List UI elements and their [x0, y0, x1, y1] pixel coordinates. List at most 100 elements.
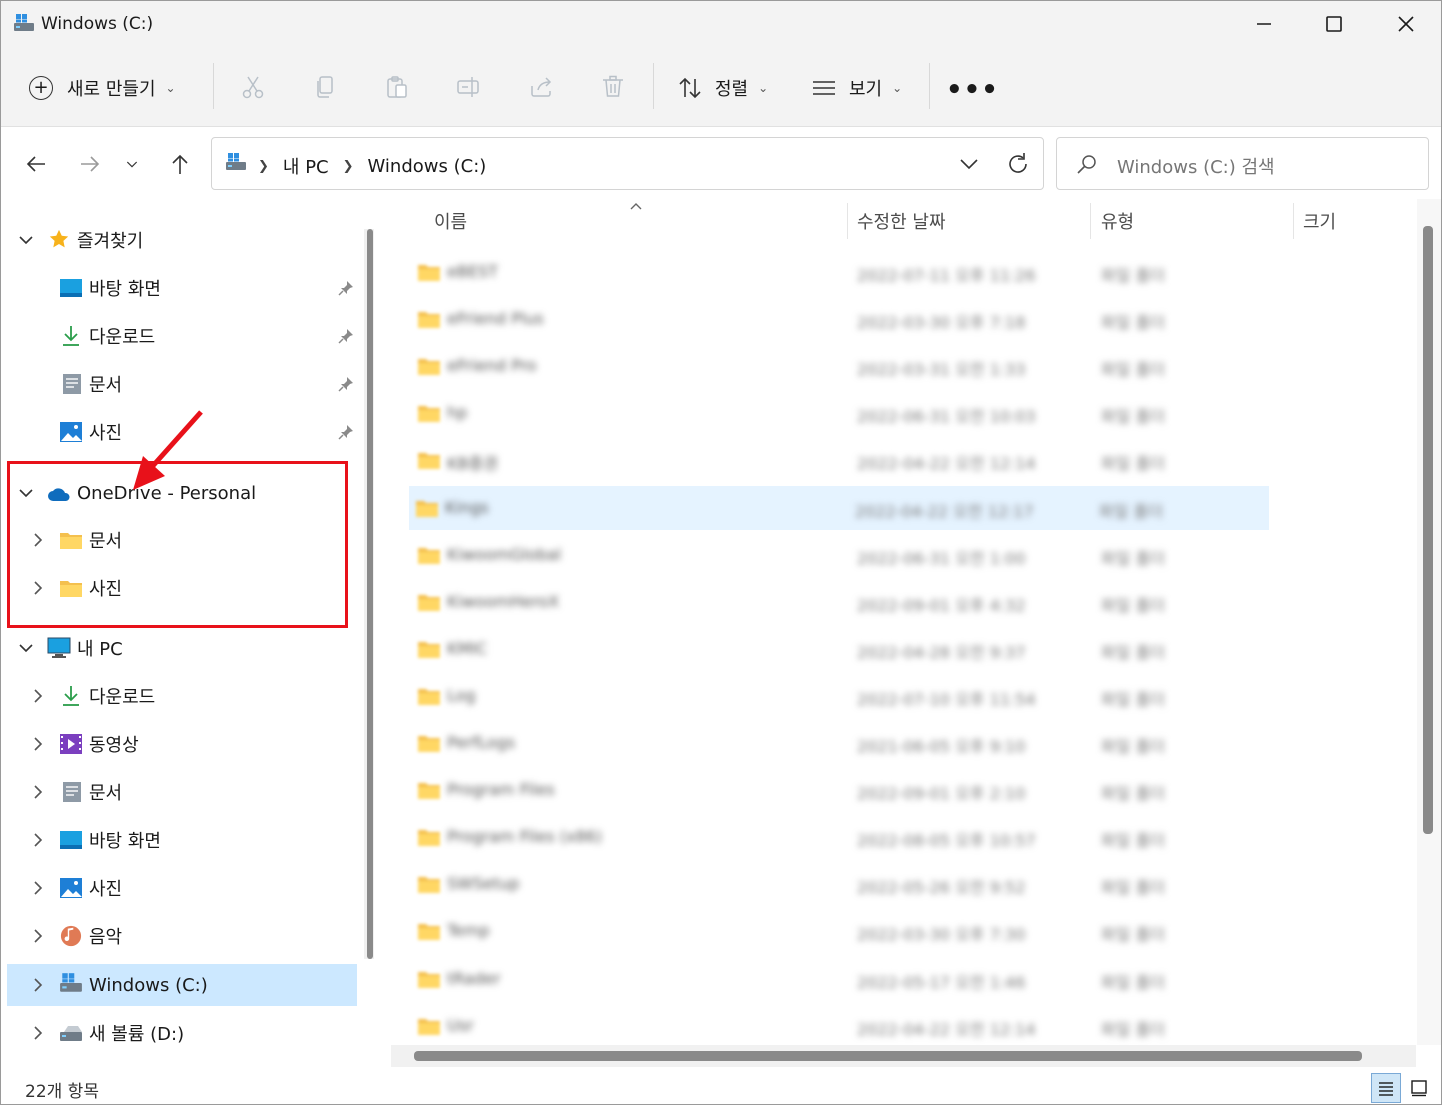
file-row[interactable]: Log 2022-07-10 오후 11:54 파일 폴더 [411, 674, 1415, 718]
pin-icon[interactable] [337, 375, 355, 393]
pin-icon[interactable] [337, 327, 355, 345]
column-divider[interactable] [1293, 203, 1294, 239]
file-list-hscroll-thumb[interactable] [414, 1051, 1362, 1061]
chevron-down-icon[interactable] [956, 152, 982, 176]
tree-favorites-downloads[interactable]: 다운로드 [7, 315, 357, 357]
column-header-date[interactable]: 수정한 날짜 [857, 199, 946, 243]
chevron-right-icon[interactable] [29, 1024, 47, 1042]
file-row[interactable]: KiwoomGlobal 2022-06-31 오전 1:00 파일 폴더 [411, 533, 1415, 577]
details-view-button[interactable] [1371, 1073, 1401, 1103]
file-row[interactable]: Program Files (x86) 2022-08-05 오후 10:57 파일… [411, 815, 1415, 859]
tree-favorites-documents[interactable]: 문서 [7, 363, 357, 405]
tree-label: 사진 [89, 879, 123, 900]
large-icons-view-button[interactable] [1404, 1073, 1434, 1103]
chevron-down-icon[interactable] [17, 231, 35, 249]
chevron-right-icon[interactable] [29, 927, 47, 945]
chevron-right-icon[interactable] [29, 831, 47, 849]
chevron-right-icon[interactable] [29, 687, 47, 705]
chevron-right-icon: ❯ [342, 158, 354, 174]
file-date: 2022-03-30 오후 7:30 [857, 925, 1026, 945]
file-row[interactable]: eBEST 2022-07-11 오후 11:26 파일 폴더 [411, 250, 1415, 294]
status-bar: 22개 항목 [1, 1069, 1441, 1104]
title-bar[interactable]: Windows (C:) [1, 1, 1441, 49]
delete-button[interactable] [593, 67, 633, 107]
maximize-button[interactable] [1299, 1, 1369, 47]
tree-label: 사진 [89, 423, 123, 444]
file-date: 2022-03-30 오후 7:18 [857, 313, 1026, 333]
column-header-size[interactable]: 크기 [1303, 199, 1336, 243]
tree-pc-documents[interactable]: 문서 [7, 771, 357, 813]
chevron-right-icon[interactable] [29, 976, 47, 994]
tree-favorites[interactable]: 즐겨찾기 [7, 219, 357, 261]
file-row[interactable]: SWSetup 2022-05-26 오전 9:52 파일 폴더 [411, 862, 1415, 906]
folder-icon [418, 971, 440, 988]
breadcrumb-drive-c[interactable]: Windows (C:) [368, 156, 487, 177]
rename-button[interactable] [449, 67, 489, 107]
chevron-right-icon[interactable] [29, 783, 47, 801]
file-row[interactable]: Temp 2022-03-30 오후 7:30 파일 폴더 [411, 909, 1415, 953]
forward-button[interactable] [73, 149, 107, 179]
file-row[interactable]: KMIC 2022-04-28 오전 9:37 파일 폴더 [411, 627, 1415, 671]
column-header-name[interactable]: 이름 [434, 199, 467, 243]
file-row[interactable]: eFriend Plus 2022-03-30 오후 7:18 파일 폴더 [411, 297, 1415, 341]
file-row[interactable]: Usr 2022-04-22 오전 12:14 파일 폴더 [411, 1004, 1415, 1048]
share-icon [531, 77, 552, 97]
toolbar-divider [653, 63, 654, 109]
file-row[interactable]: Kings 2022-04-22 오전 12:17 파일 폴더 [409, 485, 1269, 530]
folder-icon [418, 594, 440, 611]
file-name: KMIC [447, 638, 488, 658]
tree-pc-music[interactable]: 음악 [7, 915, 357, 957]
column-header-type[interactable]: 유형 [1101, 199, 1134, 243]
file-date: 2021-06-05 오후 9:10 [857, 737, 1026, 756]
file-row[interactable]: Program Files 2022-09-01 오후 2:10 파일 폴더 [411, 768, 1415, 812]
file-row[interactable]: tRader 2022-05-17 오전 1:46 파일 폴더 [411, 957, 1415, 1001]
column-divider[interactable] [847, 203, 848, 239]
recent-locations-button[interactable] [117, 149, 147, 179]
file-date: 2022-08-05 오후 10:57 [857, 831, 1036, 851]
file-name: PerfLogs [447, 733, 516, 752]
address-bar[interactable]: ❯ 내 PC ❯ Windows (C:) [211, 137, 1044, 190]
file-row[interactable]: KB증권 2022-04-22 오전 12:14 파일 폴더 [411, 438, 1415, 482]
folder-icon [418, 924, 440, 941]
search-box[interactable]: Windows (C:) 검색 [1056, 137, 1429, 190]
tree-pc-pictures[interactable]: 사진 [7, 867, 357, 909]
cut-button[interactable] [233, 67, 273, 107]
refresh-icon[interactable] [1004, 150, 1032, 178]
breadcrumb-this-pc[interactable]: 내 PC [283, 153, 329, 179]
download-icon [63, 686, 79, 706]
file-row[interactable]: eFriend Pro 2022-03-31 오전 1:33 파일 폴더 [411, 344, 1415, 388]
back-button[interactable] [19, 149, 53, 179]
tree-favorites-desktop[interactable]: 바탕 화면 [7, 267, 357, 309]
tree-pc-desktop[interactable]: 바탕 화면 [7, 819, 357, 861]
file-row[interactable]: hp 2022-06-31 오전 10:03 파일 폴더 [411, 391, 1415, 435]
minimize-button[interactable] [1229, 1, 1299, 47]
file-row[interactable]: PerfLogs 2021-06-05 오후 9:10 파일 폴더 [411, 721, 1415, 765]
pin-icon[interactable] [337, 279, 355, 297]
new-button[interactable]: + 새로 만들기 ⌄ [29, 65, 176, 111]
tree-this-pc[interactable]: 내 PC [7, 627, 357, 669]
search-input[interactable]: Windows (C:) 검색 [1117, 153, 1275, 179]
view-button[interactable]: 보기 ⌄ [811, 65, 902, 111]
chevron-right-icon[interactable] [29, 735, 47, 753]
copy-button[interactable] [305, 67, 345, 107]
file-list-vscroll-thumb[interactable] [1423, 226, 1433, 834]
chevron-down-icon[interactable] [17, 639, 35, 657]
tree-pc-downloads[interactable]: 다운로드 [7, 675, 357, 717]
file-type: 파일 폴더 [1101, 548, 1165, 568]
tree-pc-videos[interactable]: 동영상 [7, 723, 357, 765]
file-row[interactable]: KiwoomHeroX 2022-09-01 오후 4:32 파일 폴더 [411, 580, 1415, 624]
file-name: Kings [445, 497, 489, 517]
nav-scrollbar-thumb[interactable] [367, 229, 373, 959]
sort-button[interactable]: 정렬 ⌄ [677, 65, 768, 111]
paste-button[interactable] [377, 67, 417, 107]
more-options-button[interactable]: ••• [946, 67, 999, 113]
tree-pc-drive-c[interactable]: Windows (C:) [7, 964, 357, 1006]
chevron-right-icon[interactable] [29, 879, 47, 897]
pin-icon[interactable] [337, 423, 355, 441]
close-button[interactable] [1371, 1, 1441, 47]
share-button[interactable] [521, 67, 561, 107]
column-divider[interactable] [1090, 203, 1091, 239]
tree-pc-drive-d[interactable]: 새 볼륨 (D:) [7, 1012, 357, 1054]
file-date: 2022-09-01 오후 2:10 [857, 784, 1026, 804]
up-button[interactable] [163, 149, 197, 179]
